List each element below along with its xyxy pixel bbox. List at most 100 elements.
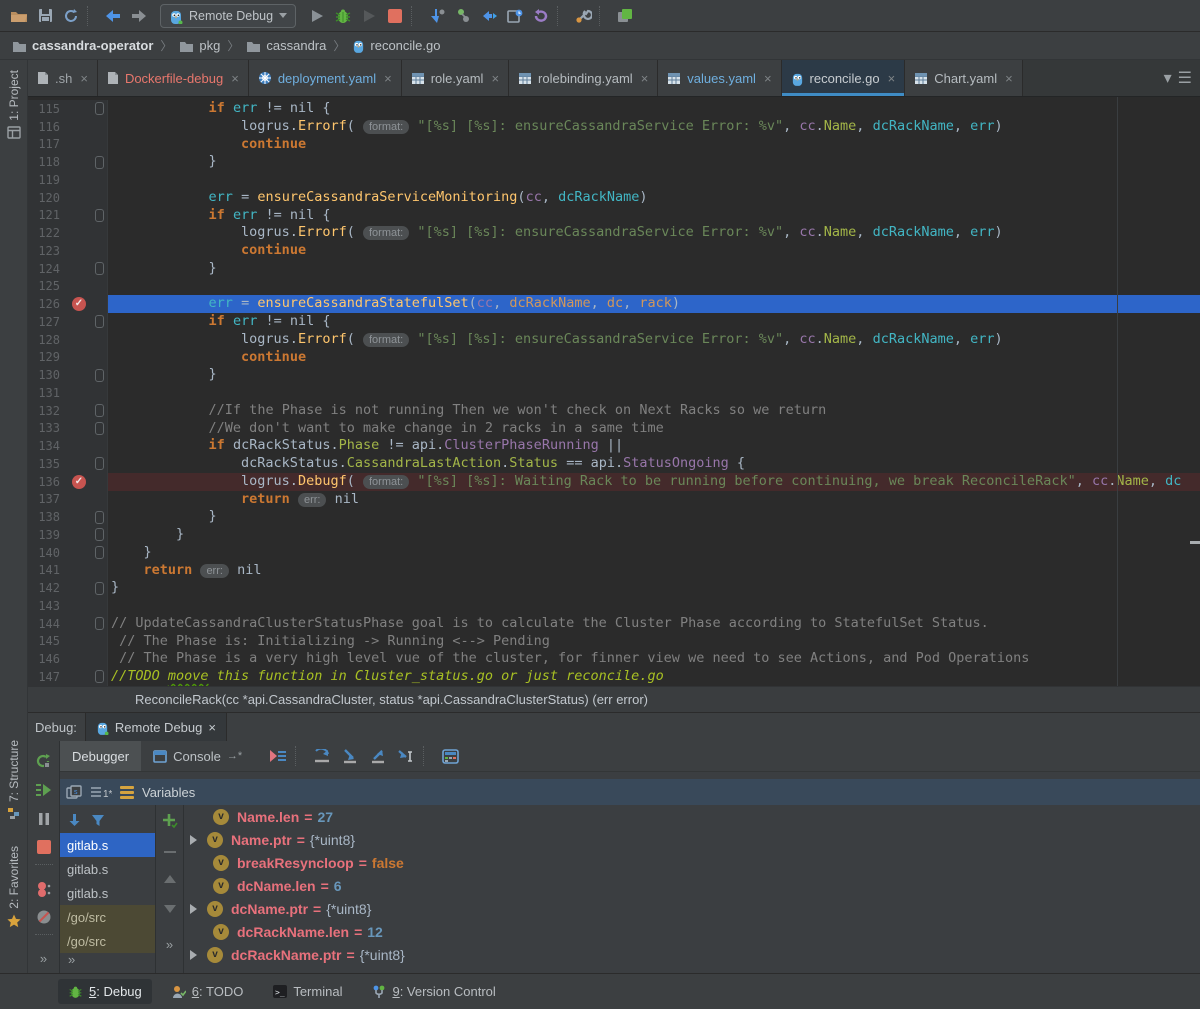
frame-row[interactable]: gitlab.s xyxy=(60,881,155,905)
scroll-up-icon[interactable] xyxy=(164,875,176,883)
variable-row[interactable]: vName.ptr={*uint8} xyxy=(184,828,1200,851)
breakpoint-gutter[interactable] xyxy=(66,579,92,597)
fold-gutter[interactable] xyxy=(92,597,108,615)
fold-gutter[interactable] xyxy=(92,207,108,225)
variable-row[interactable]: vbreakResyncloop=false xyxy=(184,851,1200,874)
close-icon[interactable]: × xyxy=(231,71,239,86)
editor-tab-role-yaml[interactable]: role.yaml× xyxy=(402,60,509,96)
fold-gutter[interactable] xyxy=(92,615,108,633)
expand-arrow-icon[interactable] xyxy=(190,835,197,845)
breakpoint-gutter[interactable] xyxy=(66,597,92,615)
fold-gutter[interactable] xyxy=(92,526,108,544)
expand-arrow-icon[interactable] xyxy=(190,950,197,960)
line-number[interactable]: 124 xyxy=(28,260,66,278)
line-number[interactable]: 131 xyxy=(28,384,66,402)
line-number[interactable]: 130 xyxy=(28,366,66,384)
breadcrumb-item[interactable]: cassandra-operator xyxy=(8,38,157,53)
back-arrow-icon[interactable] xyxy=(100,4,126,28)
close-icon[interactable]: × xyxy=(764,71,772,86)
statusbar-item-todo[interactable]: 6: TODO xyxy=(162,979,254,1004)
fold-gutter[interactable] xyxy=(92,349,108,367)
synchronize-icon[interactable] xyxy=(58,4,84,28)
more-actions-chevron[interactable]: » xyxy=(28,944,59,973)
variables-menu-icon[interactable] xyxy=(120,784,134,801)
variable-row[interactable]: vdcRackName.ptr={*uint8} xyxy=(184,943,1200,966)
line-number[interactable]: 132 xyxy=(28,402,66,420)
run-button[interactable] xyxy=(304,4,330,28)
evaluate-expression-icon[interactable] xyxy=(436,744,464,768)
editor-tab-rolebinding-yaml[interactable]: rolebinding.yaml× xyxy=(509,60,658,96)
close-icon[interactable]: × xyxy=(888,71,896,86)
show-execution-point-icon[interactable] xyxy=(264,744,292,768)
fold-gutter[interactable] xyxy=(92,562,108,580)
run-to-cursor-icon[interactable] xyxy=(392,744,420,768)
run-configuration-dropdown[interactable]: Remote Debug xyxy=(160,4,296,28)
breadcrumb-item[interactable]: cassandra xyxy=(242,38,330,53)
line-number[interactable]: 125 xyxy=(28,278,66,296)
line-number[interactable]: 147 xyxy=(28,668,66,686)
code-editor[interactable]: 115 if err != nil {116 logrus.Errorf( fo… xyxy=(28,97,1200,686)
fold-gutter[interactable] xyxy=(92,650,108,668)
save-all-icon[interactable] xyxy=(32,4,58,28)
breakpoint-gutter[interactable] xyxy=(66,420,92,438)
line-number[interactable]: 140 xyxy=(28,544,66,562)
scroll-down-icon[interactable] xyxy=(164,905,176,913)
breakpoint-gutter[interactable] xyxy=(66,136,92,154)
breakpoint-gutter[interactable] xyxy=(66,384,92,402)
line-number[interactable]: 116 xyxy=(28,118,66,136)
breakpoint-gutter[interactable] xyxy=(66,242,92,260)
watches-more-chevron[interactable]: » xyxy=(166,937,173,952)
tool-strip-button-favorites[interactable]: 2: Favorites xyxy=(0,846,27,928)
line-number[interactable]: 118 xyxy=(28,153,66,171)
breakpoint-gutter[interactable] xyxy=(66,118,92,136)
mute-breakpoints-button[interactable] xyxy=(28,903,59,932)
frames-panel-icon[interactable]: s xyxy=(66,785,82,799)
fold-gutter[interactable] xyxy=(92,100,108,118)
line-number[interactable]: 126 xyxy=(28,295,66,313)
step-into-icon[interactable] xyxy=(336,744,364,768)
breakpoint-gutter[interactable] xyxy=(66,366,92,384)
fold-gutter[interactable] xyxy=(92,189,108,207)
settings-wrench-icon[interactable] xyxy=(570,4,596,28)
stop-button[interactable] xyxy=(382,4,408,28)
debug-session-tab[interactable]: Remote Debug × xyxy=(85,713,227,741)
tabs-menu-icon[interactable]: ☰ xyxy=(1178,68,1192,88)
statusbar-item-debug[interactable]: 5: Debug xyxy=(58,979,152,1004)
line-number[interactable]: 133 xyxy=(28,420,66,438)
breakpoint-gutter[interactable] xyxy=(66,526,92,544)
step-over-icon[interactable] xyxy=(308,744,336,768)
resume-button[interactable] xyxy=(28,776,59,805)
line-number[interactable]: 144 xyxy=(28,615,66,633)
frames-more-chevron[interactable]: » xyxy=(68,952,75,967)
view-breakpoints-button[interactable] xyxy=(28,874,59,903)
fold-gutter[interactable] xyxy=(92,366,108,384)
breakpoint-gutter[interactable] xyxy=(66,491,92,509)
fold-gutter[interactable] xyxy=(92,331,108,349)
breadcrumb-item[interactable]: reconcile.go xyxy=(348,38,444,53)
fold-gutter[interactable] xyxy=(92,402,108,420)
breakpoint-gutter[interactable] xyxy=(66,668,92,686)
editor-tab-values-yaml[interactable]: values.yaml× xyxy=(658,60,781,96)
breakpoint-gutter[interactable] xyxy=(66,615,92,633)
line-number[interactable]: 143 xyxy=(28,597,66,615)
line-number[interactable]: 121 xyxy=(28,207,66,225)
fold-gutter[interactable] xyxy=(92,260,108,278)
fold-gutter[interactable] xyxy=(92,508,108,526)
breakpoint-gutter[interactable] xyxy=(66,207,92,225)
line-number[interactable]: 137 xyxy=(28,491,66,509)
fold-gutter[interactable] xyxy=(92,633,108,651)
editor-tab-chart-yaml[interactable]: Chart.yaml× xyxy=(905,60,1022,96)
recent-changes-icon[interactable] xyxy=(502,4,528,28)
breakpoint-gutter[interactable] xyxy=(66,508,92,526)
fold-gutter[interactable] xyxy=(92,295,108,313)
pause-button[interactable] xyxy=(28,804,59,833)
line-number[interactable]: 141 xyxy=(28,562,66,580)
line-number[interactable]: 145 xyxy=(28,633,66,651)
breakpoint-gutter[interactable] xyxy=(66,402,92,420)
debug-button[interactable] xyxy=(330,4,356,28)
breadcrumb-item[interactable]: pkg xyxy=(175,38,224,53)
line-number[interactable]: 117 xyxy=(28,136,66,154)
run-with-coverage-button[interactable] xyxy=(356,4,382,28)
fold-gutter[interactable] xyxy=(92,118,108,136)
close-icon[interactable]: × xyxy=(80,71,88,86)
